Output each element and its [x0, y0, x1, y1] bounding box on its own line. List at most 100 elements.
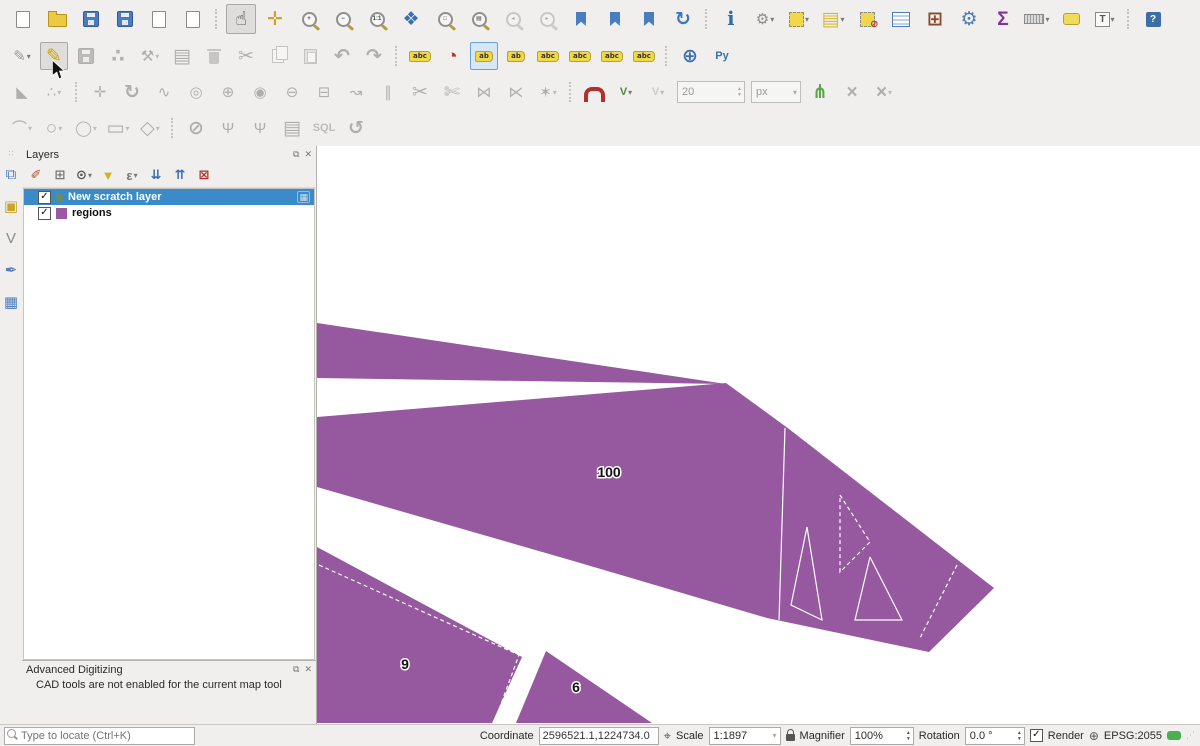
- metasearch-button[interactable]: ⊕: [676, 42, 704, 70]
- identify-features-button[interactable]: ℹ: [716, 4, 746, 34]
- map-canvas[interactable]: 10096: [317, 146, 1200, 724]
- add-regular-polygon-button[interactable]: ◇▾: [136, 114, 164, 142]
- zoom-to-layer-button[interactable]: ▤: [464, 4, 494, 34]
- snap-to-vertex-button[interactable]: V▾: [644, 78, 672, 106]
- magnifier-spinbox[interactable]: 100% ▲▼: [850, 727, 914, 745]
- new-project-button[interactable]: [8, 4, 38, 34]
- construction-mode-dropdown-icon[interactable]: ▾: [57, 88, 61, 97]
- render-checkbox[interactable]: ✓: [1030, 729, 1043, 742]
- messages-icon[interactable]: [1167, 731, 1181, 740]
- offset-curve-button[interactable]: ∥: [374, 78, 402, 106]
- python-console-button[interactable]: Py: [708, 42, 736, 70]
- coordinate-input[interactable]: [539, 727, 659, 745]
- zoom-in-button[interactable]: +: [294, 4, 324, 34]
- open-project-button[interactable]: [42, 4, 72, 34]
- select-features-dropdown-icon[interactable]: ▾: [805, 15, 809, 24]
- collapse-all-button[interactable]: ⇈: [168, 165, 192, 185]
- zoom-next-button[interactable]: ▸: [532, 4, 562, 34]
- layer-visibility-checkbox[interactable]: ✓: [38, 207, 51, 220]
- split-features-button[interactable]: ✂: [406, 78, 434, 106]
- new-shapefile-layer-button[interactable]: V: [1, 226, 21, 250]
- text-annotation-dropdown-icon[interactable]: ▾: [1111, 15, 1115, 24]
- topology-checker-button[interactable]: Ψ: [214, 114, 242, 142]
- pan-to-selection-button[interactable]: ✛: [260, 4, 290, 34]
- rotate-features-button[interactable]: ↻: [118, 78, 146, 106]
- layers-panel-float-button[interactable]: ⧉: [293, 149, 299, 160]
- add-rectangle-dropdown-icon[interactable]: ▾: [125, 124, 129, 133]
- crs-status[interactable]: EPSG:2055: [1104, 730, 1162, 742]
- rotation-spinbox[interactable]: 0.0 ° ▲▼: [965, 727, 1025, 745]
- field-calculator-button[interactable]: ⊞: [920, 4, 950, 34]
- layer-labeling-button[interactable]: abc: [406, 42, 434, 70]
- circular-string-button[interactable]: ⌒▾: [8, 114, 36, 142]
- zoom-native-button[interactable]: 1:1: [362, 4, 392, 34]
- snap-to-vertex-dropdown-icon[interactable]: ▾: [660, 88, 664, 97]
- undo-button[interactable]: ↶: [328, 42, 356, 70]
- add-circle-dropdown-icon[interactable]: ▾: [58, 124, 62, 133]
- zoom-full-button[interactable]: ❖: [396, 4, 426, 34]
- zoom-last-button[interactable]: ◂: [498, 4, 528, 34]
- new-print-layout-button[interactable]: [144, 4, 174, 34]
- merge-features-button[interactable]: ⋈: [470, 78, 498, 106]
- paste-features-button[interactable]: [296, 42, 324, 70]
- extents-toggle-icon[interactable]: ⌖: [664, 728, 671, 744]
- add-ellipse-button[interactable]: ◯▾: [72, 114, 100, 142]
- avoid-overlap-button[interactable]: ×▾: [870, 78, 898, 106]
- zoom-to-selection-button[interactable]: □: [430, 4, 460, 34]
- layer-item-new-scratch-layer[interactable]: ✓New scratch layer▦: [24, 189, 314, 205]
- snapping-options-dropdown-icon[interactable]: ▾: [628, 88, 632, 97]
- processing-toolbox-button[interactable]: ⚙: [954, 4, 984, 34]
- pin-labels-button[interactable]: ab: [470, 42, 498, 70]
- select-by-value-dropdown-icon[interactable]: ▾: [840, 15, 844, 24]
- rotate-point-symbols-button[interactable]: ✶▾: [534, 78, 562, 106]
- split-parts-button[interactable]: ✄: [438, 78, 466, 106]
- offline-editing-button[interactable]: ↺: [342, 114, 370, 142]
- fill-ring-button[interactable]: ◉: [246, 78, 274, 106]
- filter-by-expression-button[interactable]: ε▾: [120, 165, 144, 185]
- avoid-overlap-dropdown-icon[interactable]: ▾: [888, 88, 892, 97]
- refresh-map-button[interactable]: ↻: [668, 4, 698, 34]
- db-manager-button[interactable]: ▤: [278, 114, 306, 142]
- advanced-digitizing-float-button[interactable]: ⧉: [293, 664, 299, 675]
- add-rectangle-button[interactable]: ▭▾: [104, 114, 132, 142]
- locate-input[interactable]: [4, 727, 195, 745]
- topological-editing-button[interactable]: ⋔: [806, 78, 834, 106]
- topology-rules-button[interactable]: Ψ: [246, 114, 274, 142]
- save-project-button[interactable]: [76, 4, 106, 34]
- scale-dropdown-icon[interactable]: ▾: [773, 731, 780, 740]
- new-bookmark-button[interactable]: ★: [566, 4, 596, 34]
- delete-part-button[interactable]: ⊟: [310, 78, 338, 106]
- open-data-source-manager-button[interactable]: ⧉: [1, 162, 21, 186]
- reshape-features-button[interactable]: ↝: [342, 78, 370, 106]
- magnifier-spin-arrows[interactable]: ▲▼: [904, 730, 913, 742]
- run-feature-action-dropdown-icon[interactable]: ▾: [770, 15, 774, 24]
- layer-visibility-checkbox[interactable]: ✓: [38, 191, 51, 204]
- layer-item-regions[interactable]: ✓regions: [24, 205, 314, 221]
- construction-mode-button[interactable]: ∴▾: [40, 78, 68, 106]
- measure-button[interactable]: ▾: [1022, 4, 1052, 34]
- pan-map-button[interactable]: ☝: [226, 4, 256, 34]
- open-layer-styling-panel-button[interactable]: ✐: [24, 165, 48, 185]
- text-annotation-button[interactable]: T▾: [1090, 4, 1120, 34]
- remove-layer-button[interactable]: ⊠: [192, 165, 216, 185]
- redo-button[interactable]: ↷: [360, 42, 388, 70]
- current-edits-button[interactable]: ✎▾: [8, 42, 36, 70]
- cut-features-button[interactable]: ✂: [232, 42, 260, 70]
- delete-selected-button[interactable]: [200, 42, 228, 70]
- toggle-editing-button[interactable]: ✎: [40, 42, 68, 70]
- snapping-on-intersection-button[interactable]: ×: [838, 78, 866, 106]
- merge-attributes-button[interactable]: ⋉: [502, 78, 530, 106]
- show-bookmarks-button[interactable]: ★: [600, 4, 630, 34]
- add-ellipse-dropdown-icon[interactable]: ▾: [93, 124, 97, 133]
- circular-string-dropdown-icon[interactable]: ▾: [28, 124, 32, 133]
- select-by-value-button[interactable]: ▤▾: [818, 4, 848, 34]
- snapping-units[interactable]: px▾: [751, 81, 801, 103]
- save-project-as-button[interactable]: [110, 4, 140, 34]
- zoom-out-button[interactable]: −: [328, 4, 358, 34]
- map-tips-button[interactable]: [1056, 4, 1086, 34]
- rotate-point-symbols-dropdown-icon[interactable]: ▾: [553, 88, 557, 97]
- add-circle-button[interactable]: ○▾: [40, 114, 68, 142]
- highlight-pinned-labels-button[interactable]: ab: [502, 42, 530, 70]
- filter-legend-button[interactable]: ▼: [96, 165, 120, 185]
- enable-snapping-button[interactable]: [580, 78, 608, 106]
